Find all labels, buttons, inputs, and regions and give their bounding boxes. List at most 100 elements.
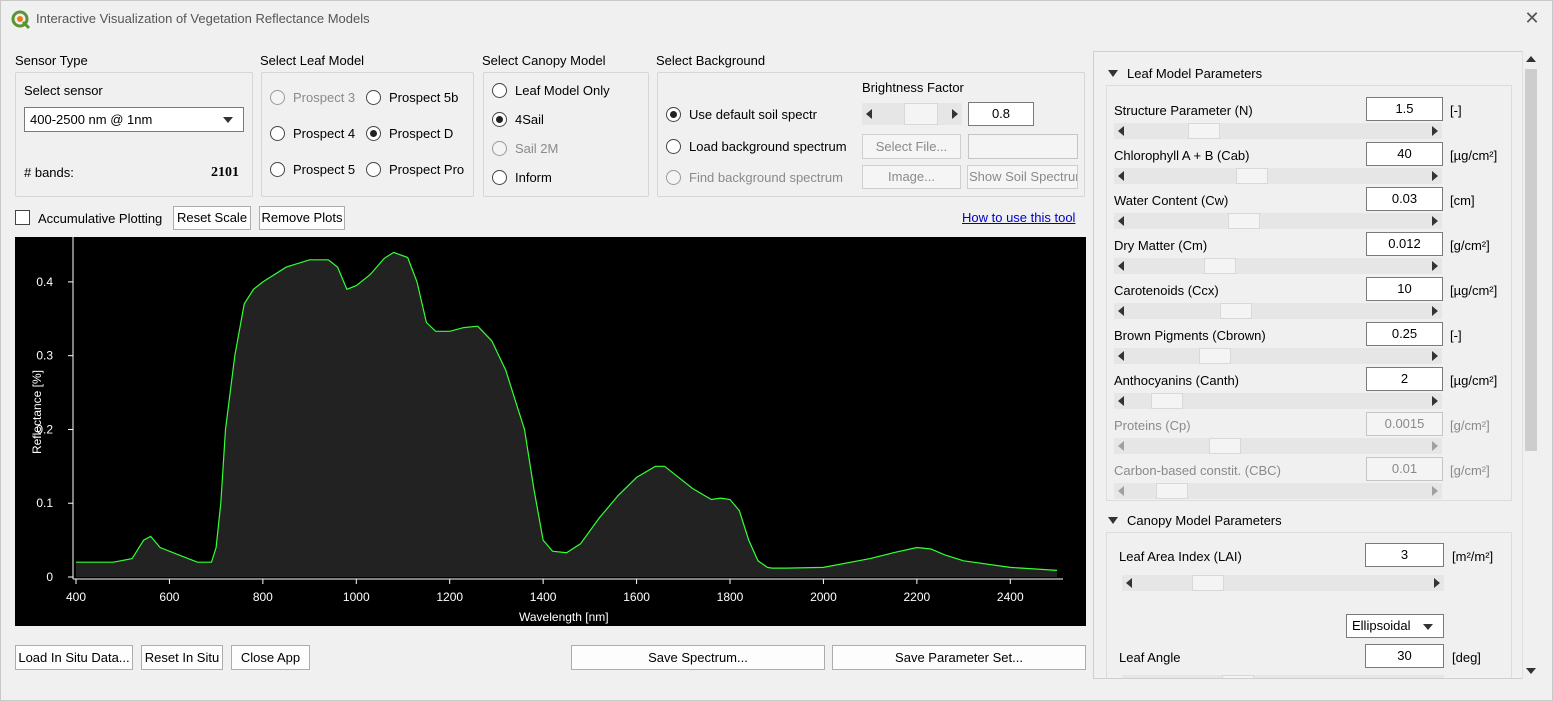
param-slider[interactable] xyxy=(1114,258,1442,274)
param-slider[interactable] xyxy=(1114,168,1442,184)
x-tick-label: 400 xyxy=(66,590,86,604)
accumulative-checkbox[interactable] xyxy=(15,210,30,225)
radio-prospect-5[interactable] xyxy=(270,162,285,177)
save-parameter-set-button[interactable]: Save Parameter Set... xyxy=(832,645,1086,670)
slider-thumb[interactable] xyxy=(1188,123,1221,139)
param-unit: [µg/cm²] xyxy=(1450,373,1498,388)
param-slider[interactable] xyxy=(1114,393,1442,409)
param-field[interactable]: 2 xyxy=(1366,367,1443,391)
lai-slider[interactable] xyxy=(1122,575,1444,591)
brightness-slider[interactable] xyxy=(862,103,962,125)
bands-value: 2101 xyxy=(211,165,239,180)
radio-label: Sail 2M xyxy=(515,141,559,156)
params-scrollbar[interactable] xyxy=(1522,51,1539,679)
param-field[interactable]: 40 xyxy=(1366,142,1443,166)
lai-field[interactable]: 3 xyxy=(1365,543,1444,567)
load-insitu-button[interactable]: Load In Situ Data... xyxy=(15,645,133,670)
slider-thumb[interactable] xyxy=(1227,213,1260,229)
slider-thumb[interactable] xyxy=(1209,438,1242,454)
close-app-button[interactable]: Close App xyxy=(231,645,310,670)
brightness-field[interactable]: 0.8 xyxy=(968,102,1034,126)
param-field[interactable]: 0.01 xyxy=(1366,457,1443,481)
reflectance-chart[interactable]: 400 600 800 1000 1200 1400 1600 1800 2000 2200 240… xyxy=(15,237,1086,626)
param-field[interactable]: 0.03 xyxy=(1366,187,1443,211)
radio-label: Leaf Model Only xyxy=(515,83,610,98)
canopy-model-heading: Select Canopy Model xyxy=(482,53,606,68)
radio-sail-2m[interactable] xyxy=(492,141,507,156)
param-label: Structure Parameter (N) xyxy=(1114,103,1253,118)
slider-thumb[interactable] xyxy=(1219,303,1252,319)
scroll-up-icon[interactable] xyxy=(1526,56,1536,62)
radio-load-background[interactable] xyxy=(666,139,681,154)
collapse-arrow-icon[interactable] xyxy=(1108,517,1118,524)
arrow-left-icon xyxy=(1126,578,1132,588)
radio-prospect-4[interactable] xyxy=(270,126,285,141)
radio-prospect-d[interactable] xyxy=(366,126,381,141)
radio-prospect-3[interactable] xyxy=(270,90,285,105)
x-tick-label: 800 xyxy=(253,590,273,604)
radio-4sail[interactable] xyxy=(492,112,507,127)
param-unit: [cm] xyxy=(1450,193,1475,208)
slider-thumb[interactable] xyxy=(1222,675,1254,678)
remove-plots-button[interactable]: Remove Plots xyxy=(259,206,345,230)
radio-label: Prospect 5b xyxy=(389,90,459,105)
radio-label: Prospect D xyxy=(389,126,454,141)
sensor-select[interactable]: 400-2500 nm @ 1nm xyxy=(24,107,244,132)
param-slider[interactable] xyxy=(1114,483,1442,499)
radio-find-background[interactable] xyxy=(666,170,681,185)
arrow-left-icon xyxy=(1118,486,1124,496)
x-axis-label: Wavelength [nm] xyxy=(519,610,609,624)
x-tick-label: 2200 xyxy=(904,590,931,604)
reset-scale-button[interactable]: Reset Scale xyxy=(173,206,251,230)
slider-thumb[interactable] xyxy=(1203,258,1236,274)
x-tick-label: 1200 xyxy=(436,590,463,604)
param-slider[interactable] xyxy=(1114,303,1442,319)
param-slider[interactable] xyxy=(1114,213,1442,229)
param-field[interactable]: 0.0015 xyxy=(1366,412,1443,436)
param-field[interactable]: 10 xyxy=(1366,277,1443,301)
radio-default-soil[interactable] xyxy=(666,107,681,122)
lidf-select[interactable]: Ellipsoidal xyxy=(1346,614,1444,638)
arrow-right-icon xyxy=(1432,486,1438,496)
arrow-left-icon xyxy=(1118,126,1124,136)
select-sensor-label: Select sensor xyxy=(24,83,103,98)
slider-thumb[interactable] xyxy=(1198,348,1231,364)
lai-label: Leaf Area Index (LAI) xyxy=(1119,549,1242,564)
scrollbar-thumb[interactable] xyxy=(1525,69,1537,451)
param-unit: [µg/cm²] xyxy=(1450,148,1498,163)
slider-thumb[interactable] xyxy=(1192,575,1225,591)
select-file-button[interactable]: Select File... xyxy=(862,134,961,159)
scroll-down-icon[interactable] xyxy=(1526,668,1536,674)
radio-prospect-5b[interactable] xyxy=(366,90,381,105)
param-field[interactable]: 0.25 xyxy=(1366,322,1443,346)
reset-insitu-button[interactable]: Reset In Situ xyxy=(141,645,223,670)
param-field[interactable]: 0.012 xyxy=(1366,232,1443,256)
x-tick-label: 1000 xyxy=(343,590,370,604)
image-button[interactable]: Image... xyxy=(862,165,961,189)
close-window-icon[interactable]: ✕ xyxy=(1521,7,1543,29)
slider-thumb[interactable] xyxy=(1151,393,1184,409)
arrow-right-icon xyxy=(1432,306,1438,316)
x-tick-label: 600 xyxy=(159,590,179,604)
slider-thumb[interactable] xyxy=(1235,168,1268,184)
param-slider[interactable] xyxy=(1114,348,1442,364)
sensor-select-value: 400-2500 nm @ 1nm xyxy=(30,112,153,127)
radio-inform[interactable] xyxy=(492,170,507,185)
qgis-logo-icon xyxy=(11,10,31,30)
slider-thumb[interactable] xyxy=(904,103,938,125)
param-slider[interactable] xyxy=(1114,438,1442,454)
slider-thumb[interactable] xyxy=(1156,483,1189,499)
save-spectrum-button[interactable]: Save Spectrum... xyxy=(571,645,825,670)
how-to-use-link[interactable]: How to use this tool xyxy=(962,210,1075,225)
leaf-angle-field[interactable]: 30 xyxy=(1365,644,1444,668)
leaf-angle-slider[interactable] xyxy=(1122,675,1444,678)
radio-label: Inform xyxy=(515,170,552,185)
radio-leaf-model-only[interactable] xyxy=(492,83,507,98)
radio-prospect-pro[interactable] xyxy=(366,162,381,177)
param-field[interactable]: 1.5 xyxy=(1366,97,1443,121)
param-unit: [g/cm²] xyxy=(1450,463,1490,478)
background-file-field[interactable] xyxy=(968,134,1078,159)
show-soil-spectrum-button[interactable]: Show Soil Spectrum xyxy=(967,165,1078,189)
param-slider[interactable] xyxy=(1114,123,1442,139)
collapse-arrow-icon[interactable] xyxy=(1108,70,1118,77)
